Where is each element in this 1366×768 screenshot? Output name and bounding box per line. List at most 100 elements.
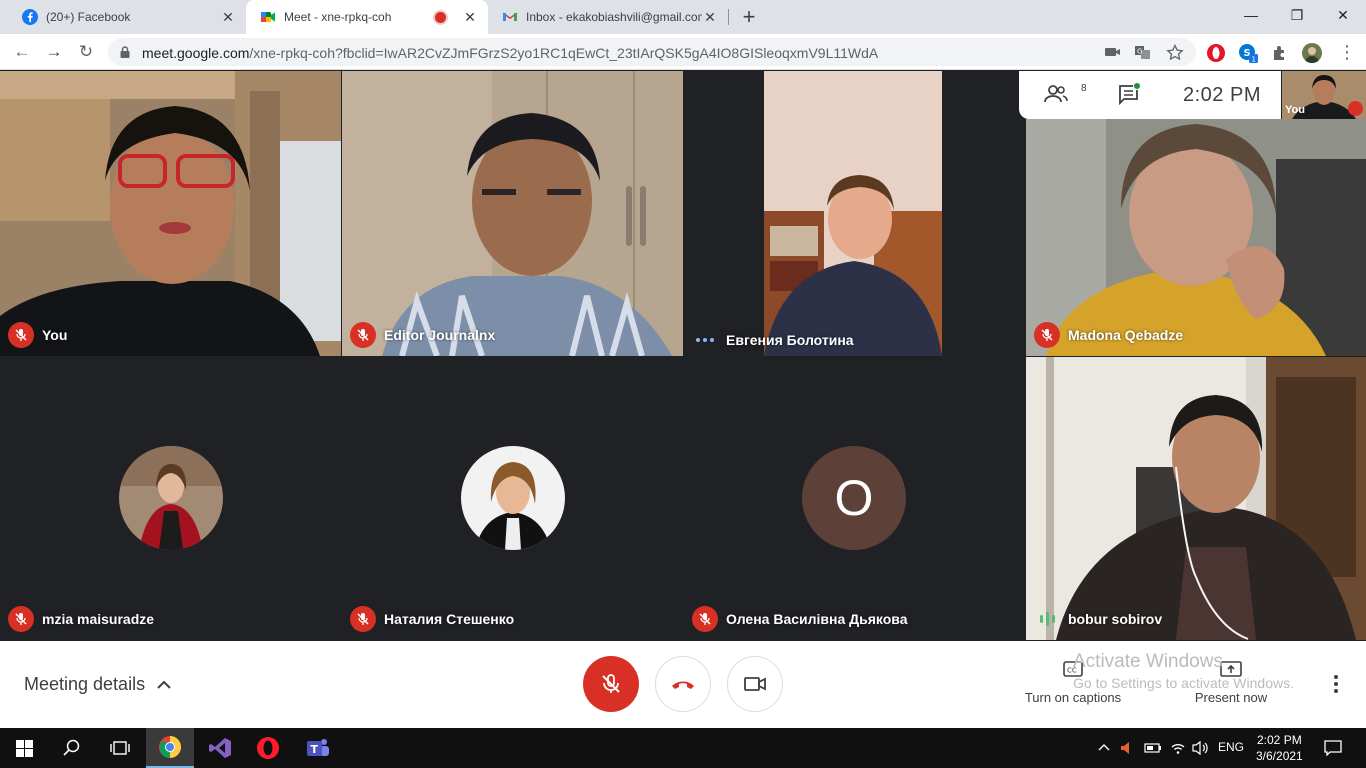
system-clock[interactable]: 2:02 PM 3/6/2021	[1256, 732, 1303, 764]
mic-off-icon	[8, 606, 34, 632]
participant-video	[342, 71, 683, 356]
chat-notification-dot	[1133, 82, 1141, 90]
participant-video	[0, 71, 341, 356]
participant-nameplate: Editor Journalnx	[350, 322, 495, 348]
teams-taskbar-button[interactable]: T	[294, 728, 342, 768]
search-icon	[63, 739, 80, 756]
close-tab-icon[interactable]: ✕	[220, 9, 236, 26]
start-button[interactable]	[0, 728, 48, 768]
close-tab-icon[interactable]: ✕	[702, 9, 718, 26]
opera-taskbar-button[interactable]	[244, 728, 292, 768]
avatar-image	[461, 446, 565, 550]
self-view-tile[interactable]: You	[1282, 71, 1366, 119]
search-button[interactable]	[48, 728, 96, 768]
omnibox[interactable]: meet.google.com/xne-rpkq-coh?fbclid=IwAR…	[108, 38, 1196, 66]
participant-tile-bobur[interactable]: bobur sobirov	[1026, 357, 1366, 640]
google-meet-icon	[261, 12, 275, 22]
participant-tile-mzia[interactable]: mzia maisuradze	[0, 357, 341, 640]
participant-tile-evgeniya[interactable]: Евгения Болотина	[684, 71, 1025, 356]
system-date: 3/6/2021	[1256, 749, 1303, 763]
participant-name: Евгения Болотина	[726, 332, 854, 348]
chrome-menu-button[interactable]: ⋮	[1336, 41, 1358, 63]
skype-extension-icon[interactable]: S1	[1238, 43, 1258, 63]
address-toolbar: ← → ↻ meet.google.com/xne-rpkq-coh?fbcli…	[0, 34, 1366, 70]
captions-label: Turn on captions	[1024, 690, 1122, 705]
leave-call-button[interactable]	[655, 656, 711, 712]
profile-image	[1305, 47, 1319, 63]
mic-off-icon	[350, 606, 376, 632]
activate-windows-watermark: Activate Windows Go to Settings to activ…	[1073, 651, 1294, 691]
url-text[interactable]: meet.google.com/xne-rpkq-coh?fbclid=IwAR…	[142, 45, 878, 61]
translate-icon[interactable]: G	[1134, 44, 1152, 60]
close-tab-icon[interactable]: ✕	[462, 9, 478, 26]
battery-icon[interactable]	[1144, 742, 1162, 754]
new-tab-button[interactable]: +	[736, 4, 762, 30]
action-center-icon[interactable]	[1324, 740, 1342, 756]
participant-nameplate: Наталия Стешенко	[350, 606, 514, 632]
wifi-icon[interactable]	[1170, 740, 1186, 756]
bookmark-star-icon[interactable]	[1166, 44, 1184, 60]
system-time: 2:02 PM	[1257, 733, 1302, 747]
close-window-button[interactable]: ✕	[1320, 0, 1366, 30]
meeting-details-button[interactable]: Meeting details	[24, 674, 171, 695]
participant-count: 8	[1081, 83, 1087, 94]
notification-alert-icon[interactable]	[1120, 740, 1134, 756]
volume-icon[interactable]	[1192, 740, 1208, 756]
participant-video	[764, 71, 942, 356]
chrome-taskbar-button[interactable]	[146, 728, 194, 768]
people-icon[interactable]	[1043, 83, 1069, 105]
back-button[interactable]: ←	[11, 41, 33, 63]
participant-nameplate: mzia maisuradze	[8, 606, 154, 632]
participant-tile-madona[interactable]: Madona Qebadze	[1026, 119, 1366, 356]
gmail-icon	[502, 12, 518, 21]
profile-avatar[interactable]	[1302, 43, 1322, 63]
participant-nameplate: Евгения Болотина	[692, 332, 854, 348]
tab-facebook[interactable]: (20+) Facebook ✕	[8, 0, 246, 34]
mic-off-icon	[350, 322, 376, 348]
chrome-icon	[159, 736, 181, 758]
microsoft-teams-icon: T	[307, 739, 329, 756]
mic-off-icon	[8, 322, 34, 348]
participant-letter-avatar: O	[802, 446, 906, 550]
tab-gmail[interactable]: Inbox - ekakobiashvili@gmail.com ✕	[488, 0, 728, 34]
mic-off-icon	[692, 606, 718, 632]
mic-off-icon	[602, 674, 620, 693]
participant-name: Наталия Стешенко	[384, 611, 515, 627]
restore-button[interactable]: ❐	[1274, 0, 1320, 30]
tab-meet[interactable]: Meet - xne-rpkq-coh ✕	[246, 0, 488, 34]
visual-studio-icon	[209, 738, 231, 758]
participant-tile-olena[interactable]: O Олена Василівна Дьякова	[684, 357, 1025, 640]
video-camera-icon	[744, 677, 766, 691]
tab-separator	[728, 9, 729, 25]
lock-icon[interactable]	[120, 46, 130, 58]
participant-tile-you[interactable]: You	[0, 71, 341, 356]
url-host: meet.google.com	[142, 45, 250, 61]
visual-studio-taskbar-button[interactable]	[196, 728, 244, 768]
facebook-icon	[22, 9, 38, 25]
opera-extension-icon[interactable]	[1206, 43, 1226, 63]
extensions-puzzle-icon[interactable]	[1270, 43, 1290, 63]
reload-button[interactable]: ↻	[75, 41, 97, 63]
extension-badge: 1	[1252, 56, 1256, 64]
camera-toggle-button[interactable]	[727, 656, 783, 712]
camera-permission-icon[interactable]	[1104, 44, 1122, 60]
participant-nameplate: Madona Qebadze	[1034, 322, 1183, 348]
self-view-label: You	[1285, 104, 1305, 116]
minimize-button[interactable]: —	[1228, 0, 1274, 30]
participant-name: You	[42, 327, 68, 343]
participant-name: bobur sobirov	[1068, 611, 1163, 627]
tab-title: (20+) Facebook	[46, 10, 131, 24]
participant-tile-editor-journalnx[interactable]: Editor Journalnx	[342, 71, 683, 356]
meeting-details-label: Meeting details	[24, 674, 146, 694]
more-options-icon[interactable]	[1327, 673, 1345, 695]
participant-name: Editor Journalnx	[384, 327, 496, 343]
participant-nameplate: You	[8, 322, 67, 348]
tray-chevron-up-icon[interactable]	[1098, 742, 1110, 752]
participant-tile-nataliya[interactable]: Наталия Стешенко	[342, 357, 683, 640]
participant-video	[1026, 119, 1366, 356]
microphone-toggle-button[interactable]	[583, 656, 639, 712]
task-view-button[interactable]	[96, 728, 144, 768]
forward-button[interactable]: →	[43, 41, 65, 63]
mic-off-icon	[1348, 101, 1363, 116]
input-language[interactable]: ENG	[1218, 740, 1244, 754]
